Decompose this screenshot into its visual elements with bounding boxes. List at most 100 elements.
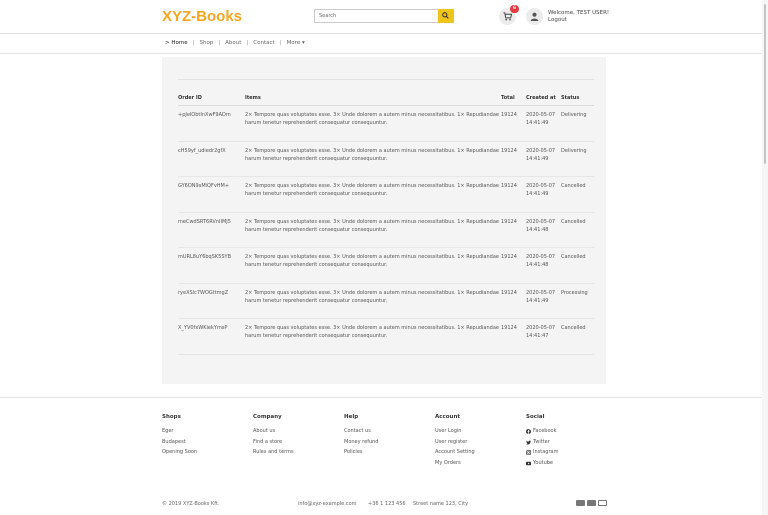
nav-separator: | <box>218 40 221 46</box>
nav-more-dropdown[interactable]: More ▾ <box>287 40 305 46</box>
footer-heading: Help <box>344 414 359 420</box>
order-created: 2020-05-07 14:41:47 <box>526 318 561 355</box>
table-row: meCwdSRT6RVnIIMJ5 2× Tempore quas volupt… <box>178 212 594 248</box>
col-status: Status <box>561 79 594 106</box>
order-total: 19124 <box>501 283 526 319</box>
orders-table: Order ID Items Total Created at Status +… <box>178 79 594 355</box>
order-items: 2× Tempore quas voluptates esse. 3× Unde… <box>245 105 501 142</box>
order-id: GY6ON9sMiQFvHM+ <box>178 176 245 213</box>
page-scrollbar[interactable] <box>762 0 768 515</box>
footer-link[interactable]: Rules and terms <box>253 447 294 458</box>
order-id: cH59yf_udiedr2gfX <box>178 141 245 177</box>
col-items: Items <box>245 79 501 106</box>
orders-panel: Order ID Items Total Created at Status +… <box>162 57 606 384</box>
order-created: 2020-05-07 14:41:49 <box>526 105 561 142</box>
search-bar <box>314 9 454 23</box>
order-status: Processing <box>561 283 594 319</box>
footer-link[interactable]: Budapest <box>162 437 197 448</box>
footer-link[interactable]: Account Setting <box>435 447 475 458</box>
user-greeting: Welcome, TEST USER! Logout <box>548 10 609 24</box>
welcome-text: Welcome, TEST USER! <box>548 10 610 16</box>
order-created: 2020-05-07 14:41:48 <box>526 247 561 284</box>
table-row: mURL8uY6bqSK5SYB 2× Tempore quas volupta… <box>178 247 594 284</box>
footer-heading: Company <box>253 414 282 420</box>
order-items: 2× Tempore quas voluptates esse. 3× Unde… <box>245 141 501 177</box>
nav-shop[interactable]: Shop <box>199 40 213 46</box>
order-total: 19124 <box>501 212 526 248</box>
footer-link[interactable]: Contact us <box>344 426 378 437</box>
social-facebook[interactable]: Facebook <box>526 426 558 437</box>
footer-link[interactable]: My Orders <box>435 458 475 469</box>
order-total: 19124 <box>501 176 526 213</box>
footer-link[interactable]: About us <box>253 426 294 437</box>
cart-button[interactable]: 6 <box>499 5 519 25</box>
footer-heading: Social <box>526 414 545 420</box>
order-total: 19124 <box>501 105 526 142</box>
order-created: 2020-05-07 14:41:49 <box>526 141 561 177</box>
order-total: 19124 <box>501 141 526 177</box>
footer-heading: Account <box>435 414 461 420</box>
order-status: Cancelled <box>561 176 594 213</box>
site-footer: Shops Eger Budapest Opening Soon Company… <box>0 397 768 515</box>
cart-icon <box>503 12 512 21</box>
col-created-at: Created at <box>526 79 561 106</box>
nav-separator: | <box>279 40 282 46</box>
social-youtube[interactable]: Youtube <box>526 458 558 469</box>
site-logo[interactable]: XYZ-Books <box>162 8 242 25</box>
order-status: Cancelled <box>561 212 594 248</box>
order-items: 2× Tempore quas voluptates esse. 3× Unde… <box>245 176 501 213</box>
col-total: Total <box>501 79 526 106</box>
facebook-icon <box>526 428 531 434</box>
footer-link[interactable]: User register <box>435 437 475 448</box>
order-id: ryeXSlc7WOGttmgZ <box>178 283 245 319</box>
table-row: +pJelObtInXwF9ADm 2× Tempore quas volupt… <box>178 105 594 142</box>
order-id: +pJelObtInXwF9ADm <box>178 105 245 142</box>
order-status: Cancelled <box>561 318 594 355</box>
footer-link[interactable]: Eger <box>162 426 197 437</box>
instagram-icon <box>526 450 531 456</box>
logout-link[interactable]: Logout <box>548 17 609 24</box>
footer-shops: Shops Eger Budapest Opening Soon <box>162 414 197 458</box>
social-twitter[interactable]: Twitter <box>526 437 558 448</box>
table-row: cH59yf_udiedr2gfX 2× Tempore quas volupt… <box>178 141 594 177</box>
nav-home[interactable]: > Home <box>165 40 188 46</box>
footer-help: Help Contact us Money refund Policies <box>344 414 378 458</box>
social-label: Facebook <box>533 428 557 434</box>
col-order-id: Order ID <box>178 79 245 106</box>
footer-company: Company About us Find a store Rules and … <box>253 414 294 458</box>
social-label: Twitter <box>533 438 550 445</box>
order-status: Delivering <box>561 105 594 142</box>
twitter-icon <box>526 440 531 445</box>
social-label: Youtube <box>533 460 553 467</box>
social-instagram[interactable]: Instagram <box>526 447 558 458</box>
footer-heading: Shops <box>162 414 181 420</box>
footer-link[interactable]: Money refund <box>344 437 378 448</box>
order-id: X_YV0fxWKiekYmsP <box>178 318 245 355</box>
footer-link[interactable]: Find a store <box>253 437 294 448</box>
copyright: © 2019 XYZ-Books Kft. <box>162 501 220 507</box>
cart-count-badge: 6 <box>510 5 519 13</box>
site-header: XYZ-Books 6 Welcome, TEST USER! Logout <box>0 0 768 34</box>
footer-social: Social Facebook Twitter Instagram Youtub… <box>526 414 558 469</box>
footer-link[interactable]: Opening Soon <box>162 447 197 458</box>
youtube-icon <box>526 461 531 466</box>
contact-phone: +36 1 123 456 <box>368 501 406 507</box>
nav-contact[interactable]: Contact <box>253 40 274 46</box>
nav-about[interactable]: About <box>225 40 241 46</box>
table-row: ryeXSlc7WOGttmgZ 2× Tempore quas volupta… <box>178 283 594 319</box>
contact-email[interactable]: info@xyz-example.com <box>298 501 357 507</box>
order-created: 2020-05-07 14:41:48 <box>526 212 561 248</box>
order-created: 2020-05-07 14:41:49 <box>526 283 561 319</box>
user-avatar[interactable] <box>526 8 543 25</box>
mastercard-icon <box>587 500 596 506</box>
scrollbar-thumb[interactable] <box>764 4 766 164</box>
search-button[interactable] <box>438 9 454 23</box>
social-label: Instagram <box>533 449 559 456</box>
search-input[interactable] <box>315 10 437 22</box>
footer-link[interactable]: User Login <box>435 426 475 437</box>
footer-link[interactable]: Policies <box>344 447 378 458</box>
order-items: 2× Tempore quas voluptates esse. 3× Unde… <box>245 283 501 319</box>
main-nav: > Home | Shop | About | Contact | More ▾ <box>0 35 768 54</box>
order-id: meCwdSRT6RVnIIMJ5 <box>178 212 245 248</box>
user-icon <box>530 12 539 21</box>
